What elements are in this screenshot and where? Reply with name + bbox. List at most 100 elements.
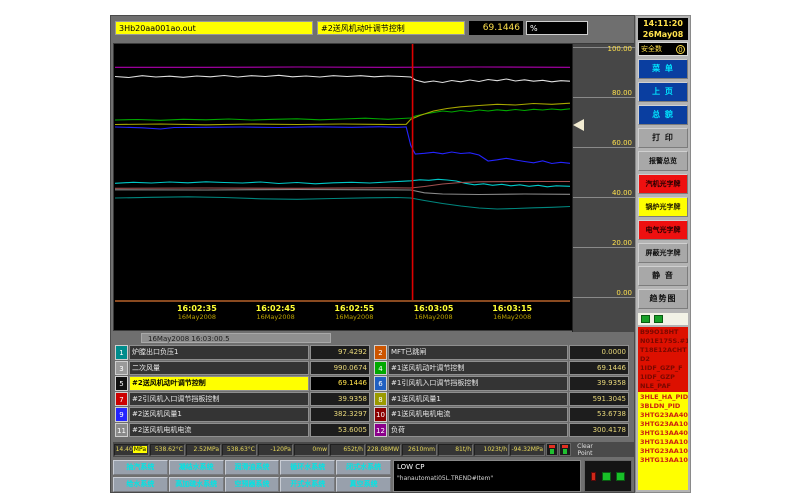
legend-row[interactable]: 3二次风量990.0674 xyxy=(115,361,370,376)
pen-number: 3 xyxy=(115,361,128,376)
y-axis-label: 60.00 xyxy=(612,139,632,147)
alarm-item[interactable]: 3HTG23AA401 xyxy=(640,411,688,420)
status-value-box: -94.32MPa xyxy=(510,444,545,456)
legend-row[interactable]: 11#2送风机电机电流53.6005 xyxy=(115,423,370,438)
status-value-box: 538.62°C xyxy=(150,444,185,456)
pen-label[interactable]: #1送风机电机电流 xyxy=(388,407,568,422)
pen-number: 2 xyxy=(374,345,387,360)
x-axis-date: 16May2008 xyxy=(477,313,547,321)
legend-row[interactable]: 6#1引风机入口调节挡板控制39.9358 xyxy=(374,376,629,391)
legend-row[interactable]: 7#2引风机入口调节挡板控制39.9358 xyxy=(115,392,370,407)
trend-main-panel: 3Hb20aa001ao.out #2送风机动叶调节控制 69.1446 % 1… xyxy=(110,15,635,493)
trend-file-field[interactable]: 3Hb20aa001ao.out xyxy=(115,21,313,35)
menu-button[interactable]: 菜 单 xyxy=(638,59,688,79)
system-nav-row-1: 抽汽系统凝结水系统润滑油系统循环水系统闭式水系统 xyxy=(113,460,391,475)
status-value-box: 652t/h xyxy=(330,444,365,456)
pen-number: 4 xyxy=(374,361,387,376)
pen-value: 69.1446 xyxy=(310,376,370,391)
system-nav-button[interactable]: 循环水系统 xyxy=(280,460,335,475)
axis-cursor-marker[interactable] xyxy=(573,119,584,131)
trend-point-title[interactable]: #2送风机动叶调节控制 xyxy=(317,21,465,35)
ack-icon[interactable] xyxy=(641,315,650,323)
legend-row[interactable]: 9#2送风机风量1382.3297 xyxy=(115,407,370,422)
status-value-box: 14.40MPa xyxy=(114,444,149,456)
system-nav-button[interactable]: 给水系统 xyxy=(113,477,168,492)
alarm-item[interactable]: 1IDF_GZP xyxy=(640,373,688,382)
cursor-value-readout: 69.1446 xyxy=(469,21,523,35)
alarm-item[interactable]: D2 xyxy=(640,355,688,364)
alarm-item[interactable]: T18E12ACHT xyxy=(640,346,688,355)
pen-value: 97.4292 xyxy=(310,345,370,360)
overview-button[interactable]: 总 貌 xyxy=(638,105,688,125)
alarm-item[interactable]: 3HLE_HA_PID xyxy=(640,393,688,402)
legend-row[interactable]: 4#1送风机动叶调节控制69.1446 xyxy=(374,361,629,376)
pen-label[interactable]: 负荷 xyxy=(388,423,568,438)
safety-label: 安全数 xyxy=(641,44,662,54)
x-axis-label: 16:03:0516May2008 xyxy=(399,304,469,321)
pen-value: 591.3045 xyxy=(569,392,629,407)
legend-row[interactable]: 10#1送风机电机电流53.6738 xyxy=(374,407,629,422)
page-icon[interactable] xyxy=(654,315,663,323)
status-value-box: 228.08MW xyxy=(366,444,401,456)
pen-label[interactable]: #2引风机入口调节挡板控制 xyxy=(129,392,309,407)
system-nav-button[interactable]: 真空系统 xyxy=(336,477,391,492)
legend-row[interactable]: 2MFT已跳闸0.0000 xyxy=(374,345,629,360)
legend-row[interactable]: 5#2送风机动叶调节控制69.1446 xyxy=(115,376,370,391)
system-nav-button[interactable]: 开式水系统 xyxy=(280,477,335,492)
safety-counter: 安全数 0 xyxy=(638,42,688,56)
pen-label[interactable]: #1引风机入口调节挡板控制 xyxy=(388,376,568,391)
alarm-item[interactable]: NLE_PAF xyxy=(640,382,688,391)
pen-label[interactable]: #2送风机电机电流 xyxy=(129,423,309,438)
pen-value: 990.0674 xyxy=(310,361,370,376)
pen-label[interactable]: MFT已跳闸 xyxy=(388,345,568,360)
alarm-item[interactable]: B99O18HT xyxy=(640,328,688,337)
trend-line-pen7-damper-feedback xyxy=(115,197,570,209)
legend-row[interactable]: 1炉膛出口负压197.4292 xyxy=(115,345,370,360)
clear-point-button[interactable]: Clear Point xyxy=(572,443,598,457)
system-nav-button[interactable]: 空预器系统 xyxy=(225,477,280,492)
alarm-item[interactable]: 3HTG13AA101 xyxy=(640,438,688,447)
alarm-item[interactable]: 3HTG23AA101 xyxy=(640,420,688,429)
pen-label[interactable]: #2送风机风量1 xyxy=(129,407,309,422)
system-nav-button[interactable]: 润滑油系统 xyxy=(225,460,280,475)
trend-button[interactable]: 趋势图 xyxy=(638,289,688,309)
pen-number: 8 xyxy=(374,392,387,407)
alarm-item[interactable]: N01E175S.#1 xyxy=(640,337,688,346)
y-axis-label: 80.00 xyxy=(612,89,632,97)
pen-label[interactable]: 炉膛出口负压1 xyxy=(129,345,309,360)
turbine-annunciator-button[interactable]: 汽机光字牌 xyxy=(638,174,688,194)
status-value-box: 2610mm xyxy=(402,444,437,456)
pen-label[interactable]: 二次风量 xyxy=(129,361,309,376)
alarm-summary-button[interactable]: 报警总览 xyxy=(638,151,688,171)
prev-page-button[interactable]: 上 页 xyxy=(638,82,688,102)
alarm-item[interactable]: 1IDF_GZP_F xyxy=(640,364,688,373)
pen-label[interactable]: #2送风机动叶调节控制 xyxy=(129,376,309,391)
alarm-item[interactable]: 3HTG13AA101 xyxy=(640,456,688,465)
system-nav-button[interactable]: 抽汽系统 xyxy=(113,460,168,475)
alarm-item[interactable]: 3HTG13AA401 xyxy=(640,429,688,438)
status-value-box: 1023t/h xyxy=(474,444,509,456)
x-axis-label: 16:02:5516May2008 xyxy=(319,304,389,321)
trend-plot-area[interactable]: 16:02:3516May200816:02:4516May200816:02:… xyxy=(113,43,634,331)
pen-label[interactable]: #1送风机动叶调节控制 xyxy=(388,361,568,376)
pen-label[interactable]: #1送风机风量1 xyxy=(388,392,568,407)
boiler-annunciator-button[interactable]: 锅炉光字牌 xyxy=(638,197,688,217)
masked-annunciator-button[interactable]: 屏蔽光字牌 xyxy=(638,243,688,263)
print-button[interactable]: 打 印 xyxy=(638,128,688,148)
legend-row[interactable]: 8#1送风机风量1591.3045 xyxy=(374,392,629,407)
status-value-box: 0mw xyxy=(294,444,329,456)
indicator-green-bar xyxy=(550,449,554,454)
system-nav-button[interactable]: 凝结水系统 xyxy=(169,460,224,475)
trend-line-pen9-fan2-air-flow xyxy=(115,127,570,164)
system-nav-button[interactable]: 闭式水系统 xyxy=(336,460,391,475)
cursor-unit-readout: % xyxy=(526,21,588,35)
mute-button[interactable]: 静 音 xyxy=(638,266,688,286)
status-value-box: 2.52MPa xyxy=(186,444,221,456)
y-axis-tick xyxy=(573,147,635,148)
system-nav-button[interactable]: 高加疏水系统 xyxy=(169,477,224,492)
legend-row[interactable]: 12负荷300.4178 xyxy=(374,423,629,438)
electrical-annunciator-button[interactable]: 电气光字牌 xyxy=(638,220,688,240)
alarm-item[interactable]: 3BLDN_PID xyxy=(640,402,688,411)
status-value-box: -120Pa xyxy=(258,444,293,456)
alarm-item[interactable]: 3HTG23AA101 xyxy=(640,447,688,456)
